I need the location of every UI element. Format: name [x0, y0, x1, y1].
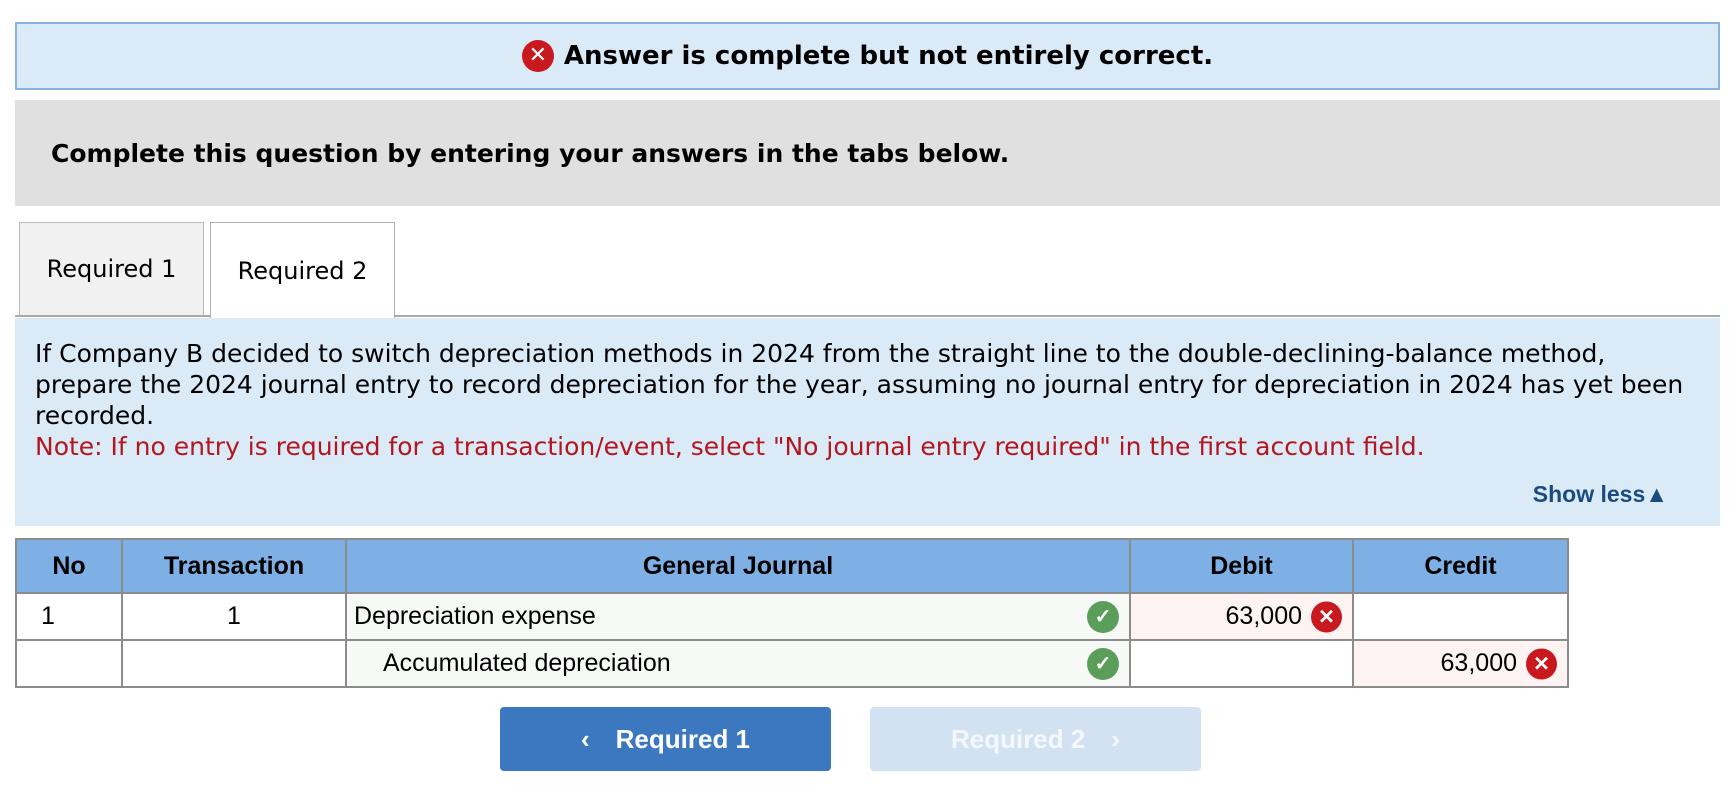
question-panel: If Company B decided to switch depreciat… [15, 318, 1720, 526]
show-less-link[interactable]: Show less▲ [1533, 479, 1668, 510]
account-name: Depreciation expense [354, 602, 596, 630]
row-no: 1 [15, 592, 123, 641]
credit-field[interactable]: 63,000 ✕ [1352, 639, 1569, 688]
journal-header-row: No Transaction General Journal Debit Cre… [15, 538, 1569, 594]
question-text: If Company B decided to switch depreciat… [35, 339, 1684, 430]
tab-bar: Required 1 Required 2 [15, 220, 1720, 318]
header-no: No [15, 538, 123, 594]
account-field[interactable]: Accumulated depreciation ✓ [345, 639, 1131, 688]
status-message: Answer is complete but not entirely corr… [563, 41, 1214, 71]
x-circle-icon: ✕ [1526, 648, 1557, 679]
credit-amount: 63,000 [1440, 649, 1517, 677]
answer-status-banner: ✕ Answer is complete but not entirely co… [15, 22, 1720, 90]
chevron-right-icon: › [1111, 723, 1121, 754]
row-transaction: 1 [121, 592, 347, 641]
debit-field[interactable]: 63,000 ✕ [1129, 592, 1354, 641]
x-circle-icon: ✕ [521, 40, 554, 72]
journal-table: No Transaction General Journal Debit Cre… [15, 538, 1569, 688]
header-debit: Debit [1129, 538, 1354, 594]
tab-required-1[interactable]: Required 1 [19, 222, 204, 316]
check-circle-icon: ✓ [1087, 647, 1119, 680]
credit-field[interactable] [1352, 592, 1569, 641]
table-row: Accumulated depreciation ✓ 63,000 ✕ [15, 639, 1569, 688]
account-name: Accumulated depreciation [383, 649, 671, 677]
debit-amount: 63,000 [1225, 602, 1302, 630]
check-circle-icon: ✓ [1087, 600, 1119, 633]
chevron-left-icon: ‹ [580, 723, 590, 754]
question-note: Note: If no entry is required for a tran… [35, 432, 1425, 461]
header-transaction: Transaction [121, 538, 347, 594]
table-row: 1 1 Depreciation expense ✓ 63,000 ✕ [15, 592, 1569, 641]
instructions-panel: Complete this question by entering your … [15, 100, 1720, 206]
account-field[interactable]: Depreciation expense ✓ [345, 592, 1131, 641]
show-less-label: Show less [1532, 481, 1646, 507]
prev-required-button[interactable]: ‹ Required 1 [500, 707, 831, 771]
instructions-text: Complete this question by entering your … [51, 138, 1010, 168]
prev-button-label: Required 1 [615, 723, 751, 754]
debit-field[interactable] [1129, 639, 1354, 688]
triangle-up-icon: ▲ [1645, 481, 1668, 507]
tab-required-2[interactable]: Required 2 [210, 222, 395, 318]
header-general-journal: General Journal [345, 538, 1131, 594]
header-credit: Credit [1352, 538, 1569, 594]
x-circle-icon: ✕ [1311, 601, 1342, 632]
row-transaction [121, 639, 347, 688]
row-no [15, 639, 123, 688]
next-required-button: Required 2 › [870, 707, 1201, 771]
next-button-label: Required 2 [950, 723, 1086, 754]
